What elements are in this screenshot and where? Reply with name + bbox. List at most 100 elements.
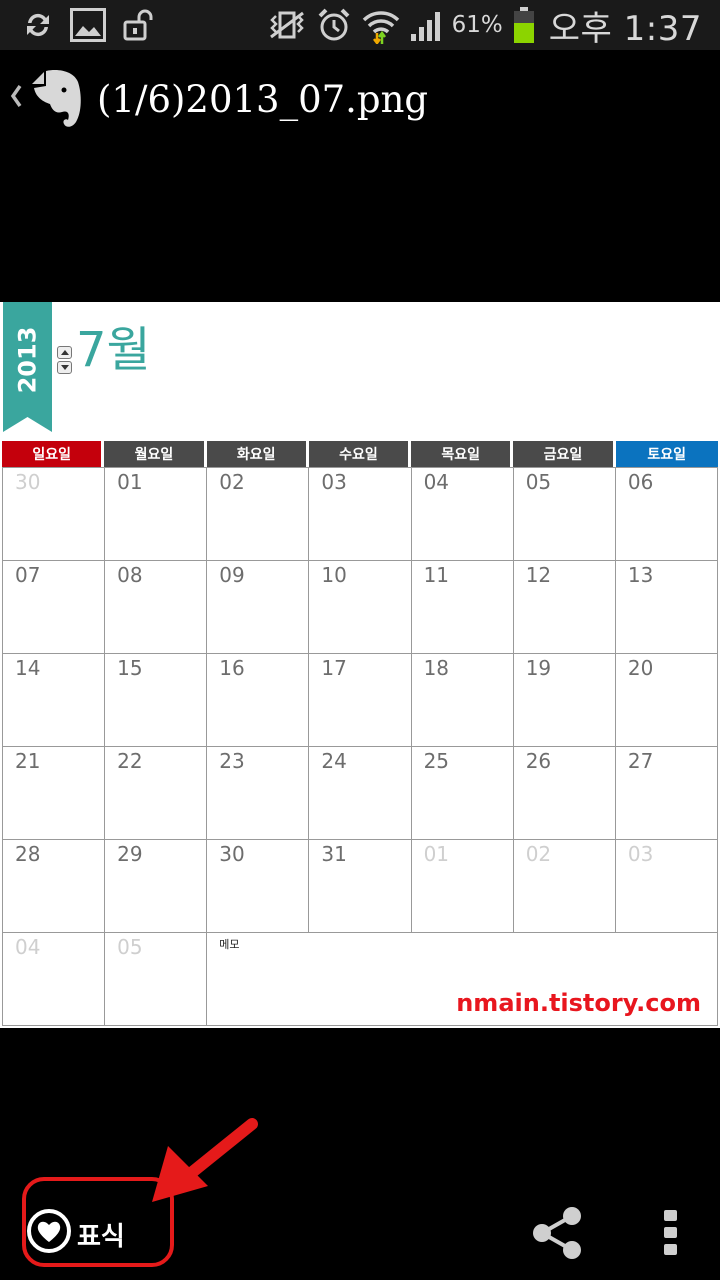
day-header: 목요일 — [411, 441, 514, 467]
wifi-icon — [362, 11, 399, 44]
calendar-day-cell: 01 — [411, 840, 514, 933]
mark-label: 표식 — [77, 1222, 125, 1252]
calendar-day-cell: 08 — [105, 561, 208, 654]
calendar-day-cell: 03 — [309, 468, 412, 561]
calendar-day-cell: 14 — [3, 654, 106, 747]
calendar-day-cell: 15 — [105, 654, 208, 747]
calendar-day-cell: 07 — [3, 561, 106, 654]
gallery-icon — [70, 8, 106, 42]
image-viewer[interactable]: 2013 7월 일요일 월요일 화요일 수요일 목요일 금요일 토요일 30 01 02 03 04… — [0, 302, 720, 1028]
day-number: 21 — [15, 749, 41, 773]
day-number: 02 — [525, 842, 552, 866]
calendar-day-cell: 11 — [411, 561, 514, 654]
day-number: 11 — [423, 563, 450, 587]
calendar-day-cell: 02 — [207, 468, 310, 561]
day-number: 18 — [423, 656, 450, 680]
status-bar: 61% 오후 1:37 — [0, 0, 720, 50]
calendar-day-cell: 01 — [105, 468, 208, 561]
back-button[interactable] — [8, 82, 24, 114]
calendar-day-cell: 29 — [105, 840, 208, 933]
day-number: 28 — [15, 842, 41, 866]
calendar-day-cell: 04 — [411, 468, 514, 561]
action-bar: (1/6)2013_07.png — [0, 50, 720, 160]
mark-button[interactable]: 표식 — [22, 1202, 174, 1280]
day-number: 31 — [321, 842, 347, 866]
calendar-day-cell: 30 — [3, 468, 106, 561]
share-icon — [533, 1207, 581, 1259]
day-number: 22 — [117, 749, 143, 773]
day-number: 02 — [219, 470, 245, 494]
calendar: 일요일 월요일 화요일 수요일 목요일 금요일 토요일 30 01 02 03 04 05 06 07 08… — [2, 441, 718, 1026]
day-number: 14 — [15, 656, 41, 680]
battery-icon — [513, 7, 534, 43]
calendar-day-cell: 05 — [105, 933, 208, 1026]
calendar-day-cell: 27 — [615, 747, 718, 840]
calendar-grid: 30 01 02 03 04 05 06 07 08 09 10 11 12 13 14 15 16 17 18 19… — [2, 467, 718, 1026]
calendar-day-cell: 25 — [411, 747, 514, 840]
day-number: 09 — [219, 563, 245, 587]
day-header: 금요일 — [513, 441, 616, 467]
day-number: 30 — [15, 470, 41, 494]
calendar-day-cell: 06 — [615, 468, 718, 561]
calendar-day-cell: 23 — [207, 747, 310, 840]
day-number: 19 — [525, 656, 552, 680]
calendar-day-cell: 02 — [513, 840, 616, 933]
day-number: 10 — [321, 563, 347, 587]
day-number: 04 — [15, 935, 41, 959]
heart-mark-icon — [27, 1209, 71, 1253]
clock: 오후 1:37 — [548, 8, 702, 49]
month-spinner — [57, 346, 72, 374]
day-number: 30 — [219, 842, 245, 866]
month-up-icon — [57, 346, 72, 359]
memo-cell: 메모 nmain.tistory.com — [207, 933, 718, 1026]
calendar-day-cell: 16 — [207, 654, 310, 747]
overflow-menu-icon — [664, 1210, 677, 1255]
calendar-day-cell: 19 — [513, 654, 616, 747]
bottom-bar: 표식 — [0, 1180, 720, 1280]
day-number: 06 — [627, 470, 654, 494]
day-number: 01 — [117, 470, 143, 494]
day-number: 15 — [117, 656, 143, 680]
calendar-day-cell: 04 — [3, 933, 106, 1026]
calendar-day-cell: 12 — [513, 561, 616, 654]
day-number: 03 — [321, 470, 347, 494]
day-number: 13 — [627, 563, 654, 587]
year-label: 2013 — [13, 326, 42, 393]
day-number: 16 — [219, 656, 245, 680]
signal-icon — [410, 12, 440, 41]
vibrate-icon — [269, 11, 304, 39]
calendar-day-cell: 18 — [411, 654, 514, 747]
day-number: 23 — [219, 749, 245, 773]
calendar-day-cell: 24 — [309, 747, 412, 840]
overflow-menu-button[interactable] — [662, 1210, 680, 1260]
day-number: 03 — [627, 842, 654, 866]
day-header: 수요일 — [308, 441, 412, 467]
day-number: 27 — [627, 749, 654, 773]
calendar-day-cell: 30 — [207, 840, 310, 933]
day-number: 24 — [321, 749, 347, 773]
share-button[interactable] — [528, 1206, 586, 1264]
calendar-day-cell: 22 — [105, 747, 208, 840]
status-bar-notifications — [22, 6, 172, 44]
image-title: (1/6)2013_07.png — [97, 78, 429, 121]
calendar-day-cell: 17 — [309, 654, 412, 747]
day-number: 01 — [423, 842, 450, 866]
calendar-day-cell: 03 — [615, 840, 718, 933]
alarm-icon — [318, 8, 350, 41]
year-label-wrap: 2013 — [3, 302, 52, 417]
day-number: 07 — [15, 563, 41, 587]
day-number: 26 — [525, 749, 552, 773]
calendar-day-cell: 21 — [3, 747, 106, 840]
calendar-day-cell: 28 — [3, 840, 106, 933]
calendar-day-cell: 26 — [513, 747, 616, 840]
sync-icon — [27, 13, 49, 37]
day-number: 17 — [321, 656, 347, 680]
calendar-day-cell: 20 — [615, 654, 718, 747]
day-number: 05 — [525, 470, 552, 494]
app-logo[interactable] — [30, 68, 84, 134]
day-number: 08 — [117, 563, 143, 587]
day-number: 20 — [627, 656, 654, 680]
month-down-icon — [57, 361, 72, 374]
battery-percent: 61% — [451, 12, 503, 38]
calendar-day-cell: 09 — [207, 561, 310, 654]
